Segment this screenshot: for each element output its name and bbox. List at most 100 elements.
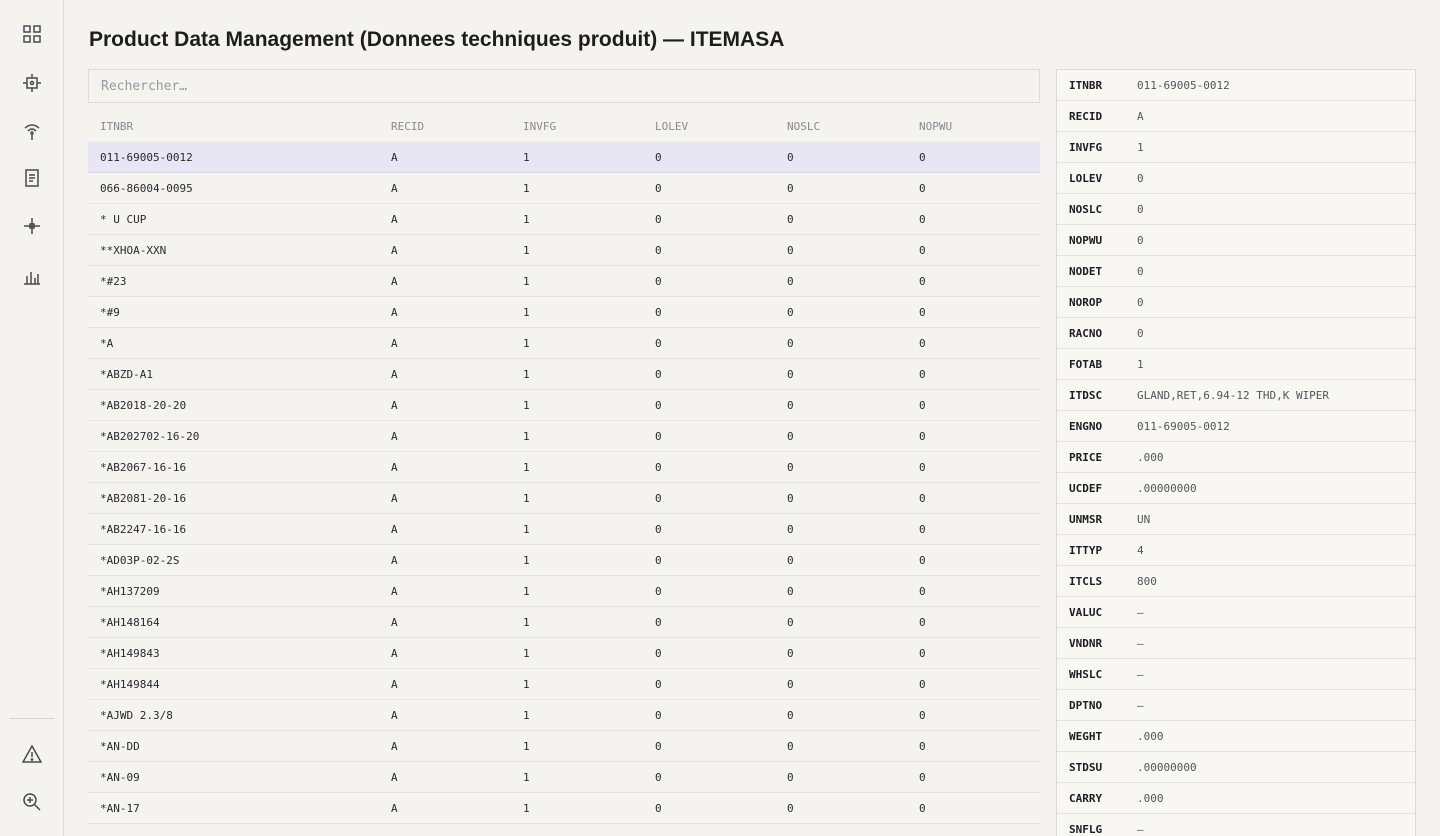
document-icon[interactable] bbox=[20, 166, 44, 190]
detail-row: ENGNO 011-69005-0012 bbox=[1057, 411, 1415, 442]
detail-row: ITDSC GLAND,RET,6.94-12 THD,K WIPER bbox=[1057, 380, 1415, 411]
table-row[interactable]: *AB2081-20-16 A 1 0 0 0 bbox=[88, 483, 1040, 514]
table-row[interactable]: **XHOA-XXN A 1 0 0 0 bbox=[88, 235, 1040, 266]
detail-value: 0 bbox=[1137, 171, 1144, 185]
table-cell: 1 bbox=[523, 584, 530, 598]
table-cell: A bbox=[391, 150, 398, 164]
detail-row: UNMSR UN bbox=[1057, 504, 1415, 535]
detail-row: FOTAB 1 bbox=[1057, 349, 1415, 380]
detail-value: — bbox=[1137, 698, 1144, 712]
detail-value: 800 bbox=[1137, 574, 1157, 588]
table-cell: 1 bbox=[523, 274, 530, 288]
detail-row: NOPWU 0 bbox=[1057, 225, 1415, 256]
grid-icon[interactable] bbox=[20, 22, 44, 46]
table-cell: 0 bbox=[655, 460, 662, 474]
detail-key: UCDEF bbox=[1069, 481, 1103, 495]
table-row[interactable]: *AB2247-16-16 A 1 0 0 0 bbox=[88, 514, 1040, 545]
detail-value: 1 bbox=[1137, 140, 1144, 154]
table-row[interactable]: *AN-17 A 1 0 0 0 bbox=[88, 793, 1040, 824]
detail-key: WEGHT bbox=[1069, 729, 1103, 743]
table-row[interactable]: *AB2018-20-20 A 1 0 0 0 bbox=[88, 390, 1040, 421]
detail-value: A bbox=[1137, 109, 1144, 123]
table-cell: *AN-17 bbox=[100, 801, 140, 815]
table-cell: 1 bbox=[523, 212, 530, 226]
table-cell: 0 bbox=[919, 491, 926, 505]
detail-value: 1 bbox=[1137, 357, 1144, 371]
table-row[interactable]: *AB202702-16-20 A 1 0 0 0 bbox=[88, 421, 1040, 452]
table-row[interactable]: *AJWD 2.3/8 A 1 0 0 0 bbox=[88, 700, 1040, 731]
table-cell: A bbox=[391, 584, 398, 598]
detail-row: SNFLG — bbox=[1057, 814, 1415, 836]
table-cell: 0 bbox=[655, 739, 662, 753]
detail-row: VNDNR — bbox=[1057, 628, 1415, 659]
detail-key: STDSU bbox=[1069, 760, 1103, 774]
zoom-icon[interactable] bbox=[20, 790, 44, 814]
table-body: 011-69005-0012 A 1 0 0 0 066-86004-0095 A 1 0 0 0 * … bbox=[88, 142, 1040, 824]
table-cell: 0 bbox=[655, 646, 662, 660]
table-cell: *AB2067-16-16 bbox=[100, 460, 187, 474]
table-row[interactable]: *#23 A 1 0 0 0 bbox=[88, 266, 1040, 297]
column-header[interactable]: LOLEV bbox=[643, 120, 775, 133]
table-row[interactable]: *AH137209 A 1 0 0 0 bbox=[88, 576, 1040, 607]
detail-key: INVFG bbox=[1069, 140, 1103, 154]
table-cell: 1 bbox=[523, 150, 530, 164]
bar-chart-icon[interactable] bbox=[20, 264, 44, 288]
search-input[interactable] bbox=[88, 69, 1040, 103]
table-row[interactable]: *A A 1 0 0 0 bbox=[88, 328, 1040, 359]
table-cell: 0 bbox=[655, 274, 662, 288]
table-row[interactable]: *AH148164 A 1 0 0 0 bbox=[88, 607, 1040, 638]
table-row[interactable]: *AB2067-16-16 A 1 0 0 0 bbox=[88, 452, 1040, 483]
detail-key: ENGNO bbox=[1069, 419, 1103, 433]
column-header[interactable]: INVFG bbox=[511, 120, 643, 133]
crosshair-icon[interactable] bbox=[20, 214, 44, 238]
table-cell: 0 bbox=[787, 739, 794, 753]
table-header: ITNBR RECID INVFG LOLEV NOSLC NOPWU bbox=[88, 110, 1040, 142]
detail-row: WEGHT .000 bbox=[1057, 721, 1415, 752]
table-cell: 0 bbox=[655, 243, 662, 257]
chip-icon[interactable] bbox=[20, 71, 44, 95]
table-row[interactable]: *AD03P-02-2S A 1 0 0 0 bbox=[88, 545, 1040, 576]
table-cell: 0 bbox=[919, 553, 926, 567]
table-row[interactable]: *AN-09 A 1 0 0 0 bbox=[88, 762, 1040, 793]
table-cell: 0 bbox=[787, 274, 794, 288]
table-cell: 0 bbox=[655, 367, 662, 381]
table-row[interactable]: *AN-DD A 1 0 0 0 bbox=[88, 731, 1040, 762]
table-cell: 0 bbox=[919, 367, 926, 381]
table-cell: 0 bbox=[787, 150, 794, 164]
table-cell: A bbox=[391, 243, 398, 257]
detail-key: UNMSR bbox=[1069, 512, 1103, 526]
table-cell: *AN-09 bbox=[100, 770, 140, 784]
table-cell: 1 bbox=[523, 615, 530, 629]
warning-icon[interactable] bbox=[20, 742, 44, 766]
column-header[interactable]: NOPWU bbox=[907, 120, 1040, 133]
table-row[interactable]: 011-69005-0012 A 1 0 0 0 bbox=[88, 142, 1040, 173]
table-cell: 0 bbox=[655, 305, 662, 319]
table-row[interactable]: * U CUP A 1 0 0 0 bbox=[88, 204, 1040, 235]
table-cell: *AB2247-16-16 bbox=[100, 522, 187, 536]
column-header[interactable]: ITNBR bbox=[88, 120, 379, 133]
column-header[interactable]: NOSLC bbox=[775, 120, 907, 133]
table-cell: 0 bbox=[655, 553, 662, 567]
table-cell: 0 bbox=[919, 212, 926, 226]
table-cell: 0 bbox=[919, 336, 926, 350]
table-cell: A bbox=[391, 646, 398, 660]
column-header[interactable]: RECID bbox=[379, 120, 511, 133]
table-cell: A bbox=[391, 181, 398, 195]
table-row[interactable]: *ABZD-A1 A 1 0 0 0 bbox=[88, 359, 1040, 390]
table-cell: *AJWD 2.3/8 bbox=[100, 708, 173, 722]
table-row[interactable]: *#9 A 1 0 0 0 bbox=[88, 297, 1040, 328]
table-row[interactable]: 066-86004-0095 A 1 0 0 0 bbox=[88, 173, 1040, 204]
table-cell: 0 bbox=[787, 708, 794, 722]
table-cell: 1 bbox=[523, 491, 530, 505]
table-row[interactable]: *AH149844 A 1 0 0 0 bbox=[88, 669, 1040, 700]
detail-row: DPTNO — bbox=[1057, 690, 1415, 721]
detail-row: NODET 0 bbox=[1057, 256, 1415, 287]
table-cell: 0 bbox=[919, 181, 926, 195]
antenna-icon[interactable] bbox=[20, 119, 44, 143]
detail-key: NODET bbox=[1069, 264, 1103, 278]
detail-value: — bbox=[1137, 667, 1144, 681]
table-row[interactable]: *AH149843 A 1 0 0 0 bbox=[88, 638, 1040, 669]
table-cell: 0 bbox=[655, 491, 662, 505]
table-cell: A bbox=[391, 460, 398, 474]
table-cell: A bbox=[391, 708, 398, 722]
